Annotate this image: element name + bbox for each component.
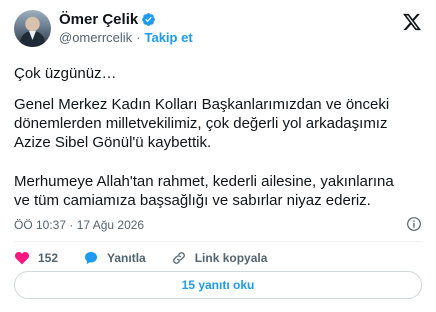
follow-button[interactable]: Takip et: [145, 30, 193, 45]
x-logo-icon[interactable]: [402, 12, 422, 32]
author-subline: @omerrcelik · Takip et: [59, 30, 193, 45]
reply-label: Yanıtla: [107, 251, 146, 265]
like-button[interactable]: 152: [14, 250, 58, 266]
divider: [14, 241, 422, 242]
tweet-paragraph-1: Çok üzgünüz…: [14, 65, 117, 82]
avatar[interactable]: [14, 10, 51, 47]
tweet-timestamp[interactable]: ÖÖ 10:37 · 17 Ağu 2026: [14, 218, 144, 232]
author-handle[interactable]: @omerrcelik: [59, 30, 132, 45]
action-bar: 152 Yanıtla Link kopyala: [14, 248, 292, 268]
separator-dot: ·: [136, 30, 141, 45]
copy-link-label: Link kopyala: [194, 251, 268, 265]
tweet-paragraph-3: Merhumeye Allah'tan rahmet, kederli aile…: [14, 173, 394, 209]
heart-icon: [14, 252, 30, 265]
author-name[interactable]: Ömer Çelik: [59, 11, 138, 28]
reply-icon: [85, 252, 98, 264]
tweet-paragraph-2: Genel Merkez Kadın Kolları Başkanlarımız…: [14, 96, 390, 151]
author-name-row: Ömer Çelik: [59, 11, 156, 28]
reply-button[interactable]: Yanıtla: [83, 250, 146, 266]
verified-icon: [142, 13, 156, 26]
link-icon: [172, 252, 185, 264]
read-replies-button[interactable]: 15 yanıtı oku: [14, 271, 422, 299]
tweet-header: Ömer Çelik @omerrcelik · Takip et: [14, 10, 422, 48]
copy-link-button[interactable]: Link kopyala: [171, 250, 268, 266]
info-icon[interactable]: [406, 216, 422, 232]
like-count: 152: [38, 251, 59, 265]
